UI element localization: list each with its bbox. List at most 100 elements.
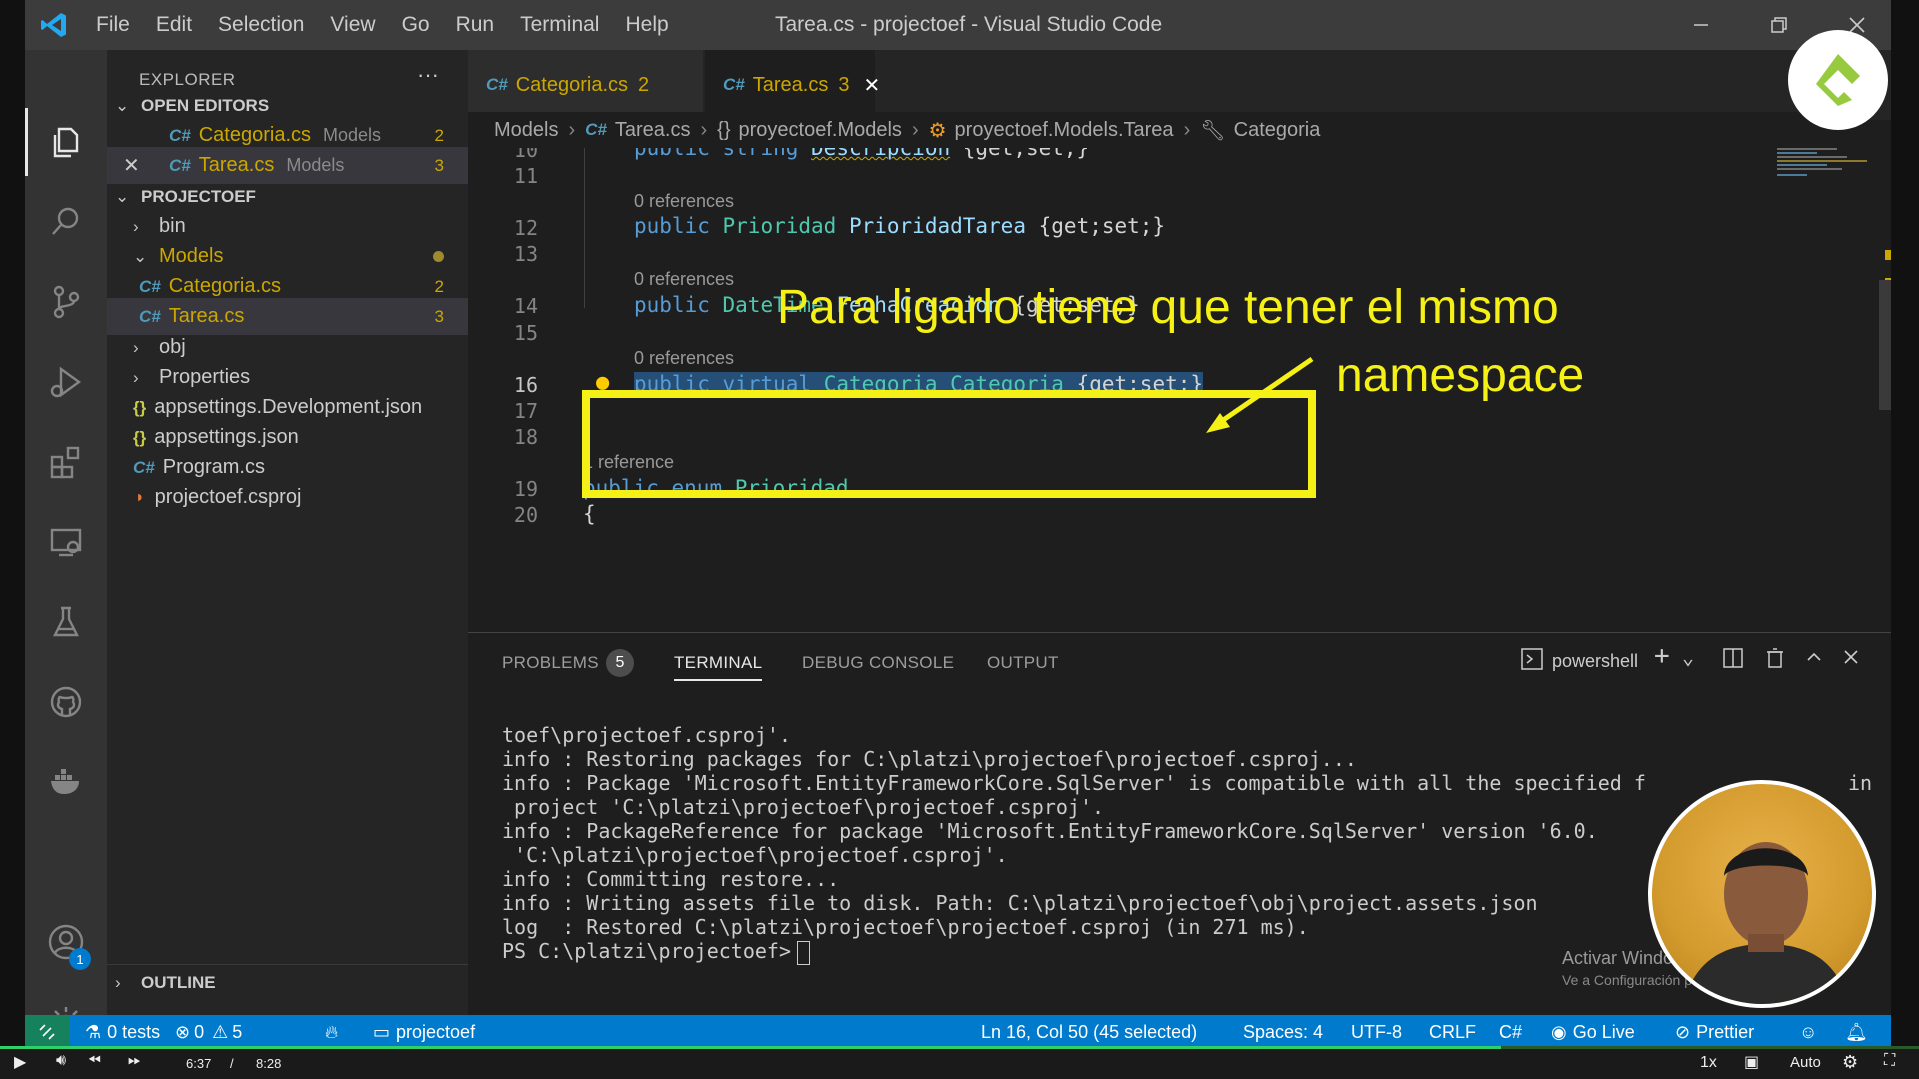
tab-problems[interactable]: PROBLEMS: [502, 653, 599, 673]
breadcrumb-property[interactable]: Categoria: [1234, 119, 1321, 142]
tab-tarea[interactable]: C# Tarea.cs 3 ✕: [705, 50, 880, 120]
quality-selector[interactable]: Auto: [1790, 1054, 1821, 1071]
rewind-icon[interactable]: ⏪︎: [88, 1052, 101, 1070]
problems-count-badge: 5: [606, 649, 634, 677]
menu-selection[interactable]: Selection: [205, 13, 317, 37]
run-debug-icon[interactable]: [25, 350, 107, 414]
play-icon[interactable]: ▶: [14, 1052, 26, 1072]
tab-terminal[interactable]: TERMINAL: [674, 653, 763, 681]
forward-icon[interactable]: ⏩︎: [128, 1052, 141, 1070]
chevron-down-icon[interactable]: ⌄: [1682, 645, 1694, 669]
extensions-icon[interactable]: [25, 430, 107, 494]
menu-file[interactable]: File: [83, 13, 143, 37]
title-bar: File Edit Selection View Go Run Terminal…: [25, 0, 1891, 50]
codelens-references[interactable]: 0 references: [634, 269, 734, 290]
bell-icon[interactable]: 🔔︎: [1845, 1015, 1868, 1049]
tab-categoria[interactable]: C# Categoria.cs 2: [468, 50, 703, 120]
prettier-button[interactable]: ⊘ Prettier: [1675, 1015, 1754, 1049]
breadcrumb: Models › C# Tarea.cs › {} proyectoef.Mod…: [468, 112, 1868, 148]
split-terminal-icon[interactable]: [1722, 647, 1744, 674]
fullscreen-icon[interactable]: ⛶: [1884, 1052, 1895, 1070]
settings-gear-icon[interactable]: ⚙: [1842, 1052, 1858, 1073]
indentation[interactable]: Spaces: 4: [1243, 1015, 1323, 1049]
explorer-icon[interactable]: [25, 110, 107, 174]
folder-status[interactable]: ▭ projectoef: [373, 1015, 475, 1049]
chevron-down-icon: ⌄: [115, 186, 130, 206]
tree-file-csproj[interactable]: ◗ projectoef.csproj: [107, 479, 468, 516]
menu-go[interactable]: Go: [389, 13, 443, 37]
minimize-button[interactable]: [1671, 0, 1731, 50]
volume-icon[interactable]: 🔊︎: [56, 1052, 66, 1070]
folder-icon: ▭: [373, 1021, 391, 1042]
csharp-file-icon: C#: [169, 125, 191, 145]
menu-terminal[interactable]: Terminal: [507, 13, 612, 37]
search-icon[interactable]: [25, 190, 107, 254]
menu-help[interactable]: Help: [612, 13, 681, 37]
picture-in-picture-icon[interactable]: ▣: [1744, 1052, 1759, 1072]
csharp-file-icon: C#: [486, 75, 508, 94]
menu-view[interactable]: View: [317, 13, 388, 37]
menu-run[interactable]: Run: [443, 13, 508, 37]
video-frame-left: [0, 0, 25, 1079]
open-editor-folder: Models: [323, 125, 382, 145]
tests-label: 0 tests: [107, 1021, 161, 1042]
scrollbar[interactable]: [1875, 148, 1891, 628]
minimap[interactable]: [1775, 148, 1867, 628]
csharp-file-icon: C#: [133, 457, 155, 477]
beaker-icon: ⚗: [85, 1021, 102, 1042]
modified-dot: [433, 251, 444, 262]
prettier-label: Prettier: [1696, 1021, 1755, 1042]
trash-icon[interactable]: [1764, 647, 1786, 674]
cursor-position[interactable]: Ln 16, Col 50 (45 selected): [981, 1015, 1197, 1049]
restore-button[interactable]: [1749, 0, 1809, 50]
remote-indicator-icon[interactable]: [25, 1015, 69, 1049]
close-panel-icon[interactable]: [1842, 647, 1860, 671]
code-editor[interactable]: 10 public string Descripcion {get;set;} …: [468, 148, 1868, 628]
terminal-prompt[interactable]: PS C:\platzi\projectoef>: [502, 939, 810, 965]
flame-icon[interactable]: 🔥︎: [325, 1015, 338, 1049]
breadcrumb-models[interactable]: Models: [494, 119, 558, 142]
playback-speed[interactable]: 1x: [1700, 1054, 1717, 1072]
language-mode[interactable]: C#: [1499, 1015, 1522, 1049]
problems-status[interactable]: ⊗ 0 ⚠ 5: [175, 1015, 242, 1049]
encoding[interactable]: UTF-8: [1351, 1015, 1402, 1049]
breadcrumb-namespace[interactable]: proyectoef.Models: [739, 119, 902, 142]
testing-icon[interactable]: [25, 590, 107, 654]
chevron-right-icon: ›: [133, 367, 139, 387]
problem-count: 2: [434, 276, 444, 296]
tab-label: Tarea.cs: [752, 73, 829, 96]
tab-label: Categoria.cs: [515, 73, 629, 96]
accounts-icon[interactable]: 1: [25, 910, 107, 974]
file-name: Program.cs: [162, 456, 265, 478]
tab-debug-console[interactable]: DEBUG CONSOLE: [802, 653, 954, 673]
close-tab-icon[interactable]: ✕: [863, 73, 880, 98]
tab-output[interactable]: OUTPUT: [987, 653, 1059, 673]
github-icon[interactable]: [25, 670, 107, 734]
terminal-line: info : Committing restore...: [502, 867, 840, 891]
feedback-icon[interactable]: ☺: [1799, 1015, 1817, 1049]
chevron-right-icon: ›: [133, 337, 139, 357]
shell-name[interactable]: powershell: [1552, 651, 1638, 672]
go-live-button[interactable]: ◉ Go Live: [1551, 1015, 1635, 1049]
menu-edit[interactable]: Edit: [143, 13, 205, 37]
breadcrumb-class[interactable]: proyectoef.Models.Tarea: [955, 119, 1174, 142]
more-actions-button[interactable]: ···: [417, 62, 439, 88]
check-double-icon: ⊘: [1675, 1021, 1691, 1042]
codelens-references[interactable]: 0 references: [634, 191, 734, 212]
codelens-references[interactable]: 0 references: [634, 348, 734, 369]
status-bar: ⚗ 0 tests ⊗ 0 ⚠ 5 🔥︎ ▭ projectoef Ln 16,…: [25, 1015, 1891, 1049]
outline-header[interactable]: › OUTLINE: [107, 964, 468, 1001]
end-of-line[interactable]: CRLF: [1429, 1015, 1476, 1049]
tests-status[interactable]: ⚗ 0 tests: [85, 1015, 160, 1049]
json-file-icon: {}: [133, 427, 147, 447]
close-editor-icon[interactable]: ✕: [123, 153, 153, 178]
remote-explorer-icon[interactable]: [25, 510, 107, 574]
new-terminal-plus-icon[interactable]: +: [1654, 641, 1670, 671]
line-number: 15: [513, 321, 538, 345]
source-control-icon[interactable]: [25, 270, 107, 334]
problem-count: 3: [434, 155, 444, 175]
maximize-panel-chevron-up-icon[interactable]: [1804, 647, 1824, 672]
docker-icon[interactable]: [25, 750, 107, 814]
file-name: Tarea.cs: [168, 305, 245, 327]
breadcrumb-file[interactable]: Tarea.cs: [615, 119, 691, 142]
